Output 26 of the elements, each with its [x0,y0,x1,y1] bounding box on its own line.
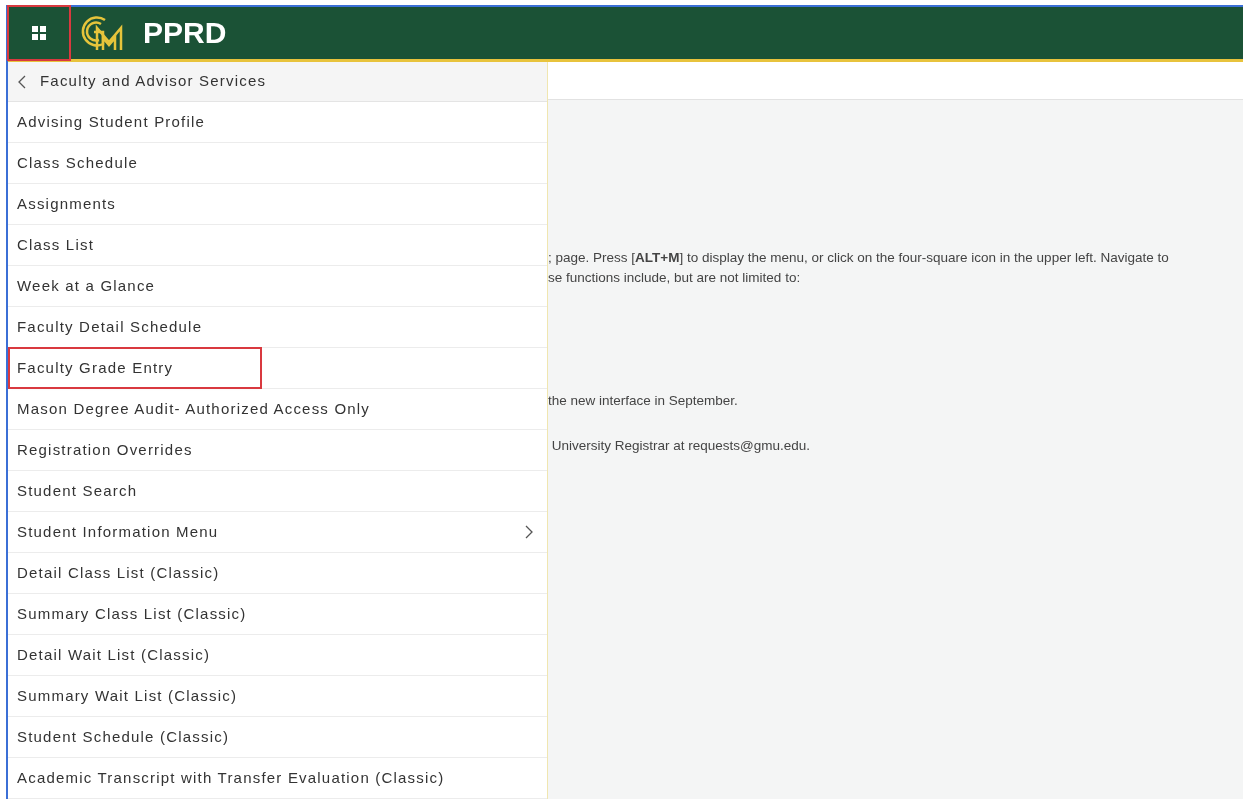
grid-menu-icon [32,26,46,40]
menu-item[interactable]: Summary Wait List (Classic) [10,676,245,716]
menu-item[interactable]: Faculty Detail Schedule [10,307,210,347]
menu-item[interactable]: Faculty Grade Entry [10,348,260,388]
menu-item[interactable]: Student Information Menu [10,512,226,552]
menu-item[interactable]: Mason Degree Audit- Authorized Access Only [10,389,378,429]
menu-item[interactable]: Detail Wait List (Classic) [10,635,218,675]
menu-item[interactable]: Summary Class List (Classic) [10,594,254,634]
body-text: ; page. Press [ALT+M] to display the menu, or click on the four-square icon in the upper left. Navigate to se functions include, but are not limited to: [548,249,1170,287]
menu-item[interactable]: Week at a Glance [10,266,163,306]
body-text: University Registrar at requests@gmu.edu. [550,437,812,455]
menu-item[interactable]: Registration Overrides [10,430,200,470]
menu-item[interactable]: Advising Student Profile [10,102,213,142]
body-text: the new interface in September. [548,392,739,410]
menu-item[interactable]: Academic Transcript with Transfer Evaluation (Classic) [10,758,452,798]
menu-item[interactable]: Assignments [10,184,124,224]
app-title: PPRD [143,18,227,48]
menu-item[interactable]: Class List [10,225,102,265]
menu-item[interactable]: Student Schedule (Classic) [10,717,237,757]
menu-item[interactable]: Detail Class List (Classic) [10,553,227,593]
chevron-left-icon [18,74,26,89]
back-menu-header[interactable]: Faculty and Advisor Services [8,62,547,102]
chevron-right-icon [525,525,533,539]
menu-item[interactable]: Student Search [10,471,145,511]
menu-item[interactable]: Class Schedule [10,143,146,183]
menu-button[interactable] [9,7,69,59]
